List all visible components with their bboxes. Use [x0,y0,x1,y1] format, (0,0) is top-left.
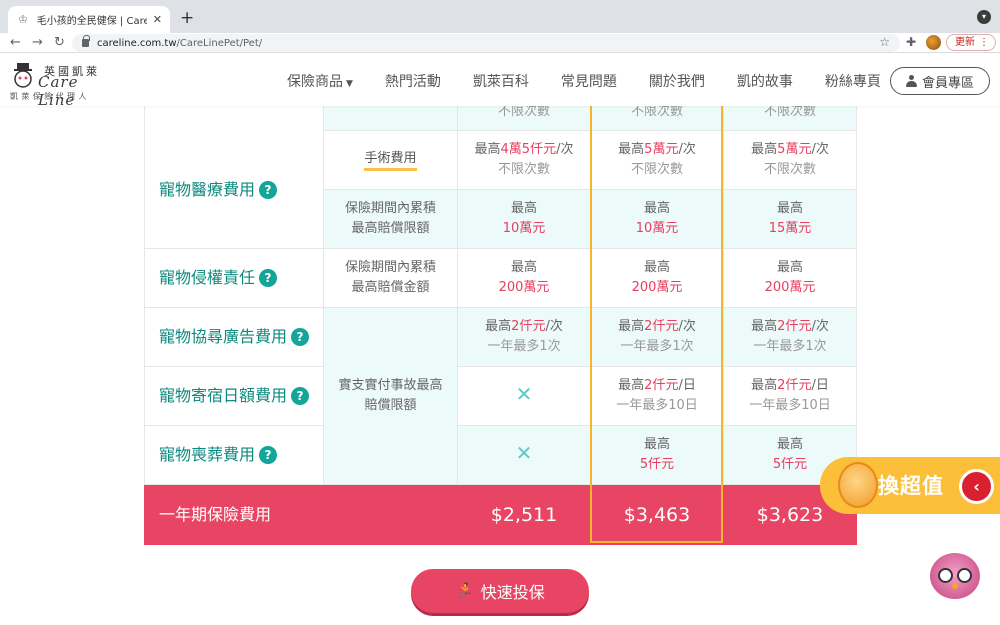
category-search-ad: 寵物協尋廣告費用? [144,307,324,367]
liability-plan2: 最高 200萬元 [590,248,724,308]
nav-encyclopedia[interactable]: 凱萊百科 [473,71,529,91]
quick-apply-button[interactable]: 🏃 快速投保 [411,569,589,613]
category-boarding: 寵物寄宿日額費用? [144,366,324,426]
chevron-left-icon[interactable]: ‹ [959,469,994,504]
table-row: 寵物寄宿日額費用? ✕ 最高2仟元/日 一年最多10日 最高2仟元/日 一年最多… [144,366,857,426]
table-row: 寵物侵權責任? 保險期間內累積 最高賠償金額 最高 200萬元 最高 200萬元 最高… [144,248,857,308]
surgery-label: 手術費用 [364,151,417,171]
close-tab-icon[interactable]: ✕ [153,13,162,26]
site-favicon-icon: ♔ [17,12,28,26]
help-icon[interactable]: ? [259,269,278,287]
logo-subtitle: 凱萊保險代理人 [10,92,90,101]
logo-mascot-icon [14,63,32,88]
member-area-button[interactable]: 會員專區 [890,67,990,95]
tab-search-icon[interactable]: ▾ [977,10,991,24]
help-icon[interactable]: ? [291,328,310,346]
surgery-plan1: 最高4萬5仟元/次 不限次數 [457,130,591,190]
liability-label: 保險期間內累積 最高賠償金額 [323,248,458,308]
bookmark-star-icon[interactable]: ☆ [879,35,890,49]
cumulative-label: 保險期間內累積 最高賠償限額 [323,189,458,249]
premium-plan2: $3,463 [590,484,724,545]
url-text: careline.com.tw/CareLinePet/Pet/ [97,37,263,49]
plan-comparison-table: 寵物醫療費用? 不限次數 不限次數 不限次數 手術費用 最高4萬5仟元/次 不限… [144,70,857,545]
premium-row: 一年期保險費用 $2,511 $3,463 $3,623 [144,484,857,545]
premium-label: 一年期保險費用 [144,484,458,545]
help-icon[interactable]: ? [259,446,278,464]
new-tab-icon[interactable]: + [180,8,194,28]
browser-tab-bar: ♔ 毛小孩的全民健保 | Care Line 凱 ✕ + ▾ [0,0,1000,33]
url-input[interactable]: careline.com.tw/CareLinePet/Pet/ ☆ [72,34,900,52]
nav-fanpage[interactable]: 粉絲專頁 [825,71,881,91]
nav-products[interactable]: 保險商品 ▼ [287,71,353,91]
surgery-plan3: 最高5萬元/次 不限次數 [723,130,857,190]
surgery-plan2: 最高5萬元/次 不限次數 [590,130,724,190]
coin-icon [838,462,878,508]
nav-faq[interactable]: 常見問題 [561,71,617,91]
site-header: 英國凱萊 Care Line 凱萊保險代理人 保險商品 ▼ 熱門活動 凱萊百科 常… [0,54,1000,109]
cumulative-plan2: 最高 10萬元 [590,189,724,249]
owl-chat-mascot-icon[interactable] [930,553,980,599]
help-icon[interactable]: ? [259,180,278,199]
reload-icon[interactable]: ↻ [54,35,65,51]
not-covered-x-icon: ✕ [515,441,533,465]
user-icon [905,75,917,87]
funeral-plan1: ✕ [457,425,591,485]
address-bar: ← → ↻ careline.com.tw/CareLinePet/Pet/ ☆ [0,33,1000,53]
nav-about[interactable]: 關於我們 [649,71,705,91]
category-funeral: 寵物喪葬費用? [144,425,324,485]
not-covered-x-icon: ✕ [515,382,533,406]
extensions-icon[interactable]: ✚ [906,35,916,49]
back-icon[interactable]: ← [10,35,21,51]
promo-label: 換超值 [878,474,944,498]
browser-update-button[interactable]: 更新 ⋮ [946,34,996,51]
table-row: 寵物喪葬費用? ✕ 最高 5仟元 最高 5仟元 [144,425,857,485]
category-liability: 寵物侵權責任? [144,248,324,308]
premium-plan1: $2,511 [457,484,591,545]
reimbursement-group-label: 實支實付事故最高 賠償限額 [323,307,458,485]
tab-title: 毛小孩的全民健保 | Care Line 凱 [36,16,147,27]
profile-avatar-icon[interactable] [926,35,941,50]
funeral-plan2: 最高 5仟元 [590,425,724,485]
careline-logo[interactable]: 英國凱萊 Care Line 凱萊保險代理人 [10,62,120,109]
nav-story[interactable]: 凱的故事 [737,71,793,91]
forward-icon[interactable]: → [32,35,43,51]
promo-tab[interactable]: 換超值 ‹ [820,457,1000,514]
main-nav: 保險商品 ▼ 熱門活動 凱萊百科 常見問題 關於我們 凱的故事 粉絲專頁 [287,71,913,91]
liability-plan3: 最高 200萬元 [723,248,857,308]
nav-events[interactable]: 熱門活動 [385,71,441,91]
boarding-plan1: ✕ [457,366,591,426]
lock-icon [82,35,90,47]
boarding-plan3: 最高2仟元/日 一年最多10日 [723,366,857,426]
boarding-plan2: 最高2仟元/日 一年最多10日 [590,366,724,426]
browser-tab[interactable]: ♔ 毛小孩的全民健保 | Care Line 凱 ✕ [8,6,170,33]
search-ad-plan2: 最高2仟元/次 一年最多1次 [590,307,724,367]
search-ad-plan3: 最高2仟元/次 一年最多1次 [723,307,857,367]
caret-down-icon: ▼ [346,79,353,89]
cumulative-plan3: 最高 15萬元 [723,189,857,249]
help-icon[interactable]: ? [291,387,310,405]
liability-plan1: 最高 200萬元 [457,248,591,308]
cumulative-plan1: 最高 10萬元 [457,189,591,249]
more-menu-icon: ⋮ [979,37,989,48]
running-person-icon: 🏃 [455,583,473,599]
table-row: 寵物協尋廣告費用? 實支實付事故最高 賠償限額 最高2仟元/次 一年最多1次 最高… [144,307,857,485]
search-ad-plan1: 最高2仟元/次 一年最多1次 [457,307,591,367]
